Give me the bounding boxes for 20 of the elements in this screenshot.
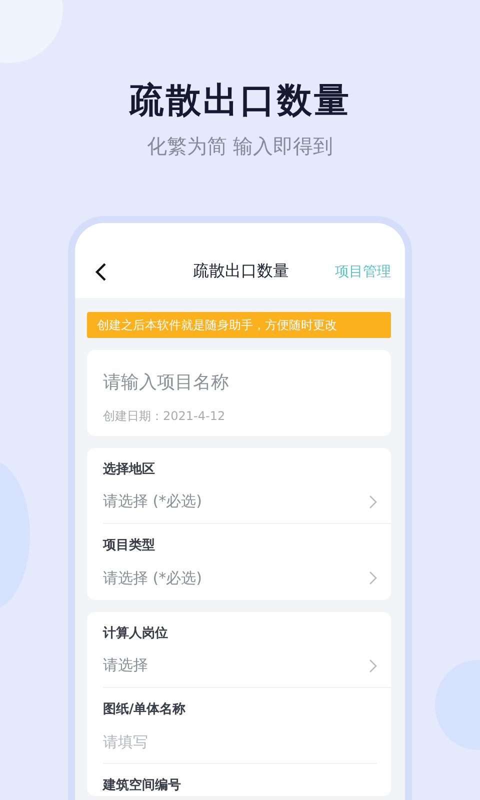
page-title: 疏散出口数量 bbox=[192, 261, 290, 282]
select-field[interactable]: 请选择 bbox=[103, 644, 391, 688]
input-field[interactable]: 请填写 bbox=[103, 720, 377, 764]
field-label: 建筑空间编号 bbox=[103, 776, 182, 795]
project-name-field[interactable]: 请输入项目名称 bbox=[87, 350, 391, 400]
created-date: 创建日期：2021-4-12 bbox=[87, 400, 391, 436]
tagline: 化繁为简 输入即得到 bbox=[146, 133, 334, 160]
headline: 疏散出口数量 bbox=[129, 80, 351, 123]
project-management-link[interactable]: 项目管理 bbox=[335, 262, 391, 280]
field-label: 计算人岗位 bbox=[103, 625, 169, 643]
chevron-right-icon bbox=[369, 494, 377, 508]
select-field[interactable]: 请选择 (*必选) bbox=[103, 480, 391, 524]
field-label: 选择地区 bbox=[103, 461, 156, 479]
field-label: 图纸/单体名称 bbox=[103, 701, 187, 719]
field-label: 项目类型 bbox=[103, 537, 156, 555]
notice-banner: 创建之后本软件就是随身助手，方便随时更改 bbox=[87, 312, 391, 338]
chevron-right-icon bbox=[369, 571, 377, 585]
back-icon[interactable] bbox=[95, 262, 107, 282]
chevron-right-icon bbox=[369, 658, 377, 672]
select-field[interactable]: 请选择 (*必选) bbox=[103, 556, 391, 600]
